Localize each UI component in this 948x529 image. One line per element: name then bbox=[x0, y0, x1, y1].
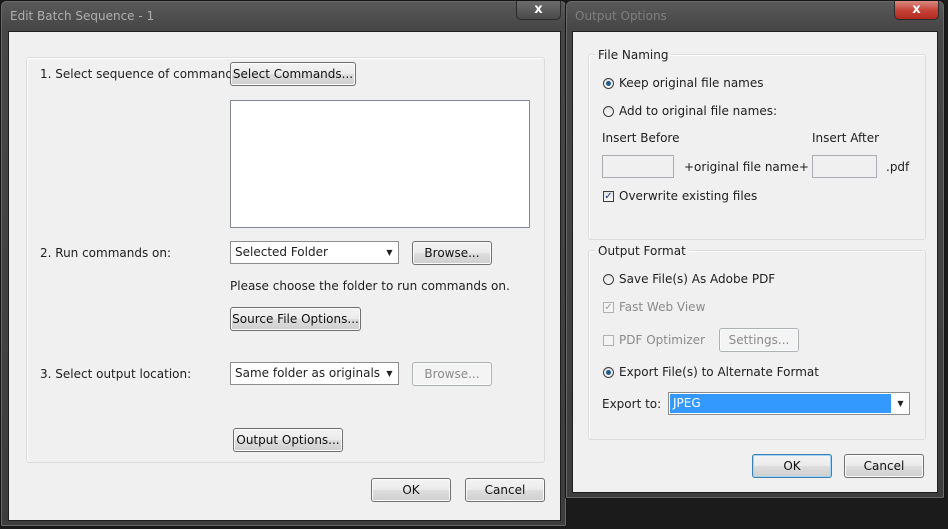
select-commands-button[interactable]: Select Commands... bbox=[230, 62, 356, 86]
export-format-value: JPEG bbox=[670, 394, 891, 413]
close-icon: x bbox=[534, 2, 543, 17]
insert-before-label: Insert Before bbox=[602, 131, 680, 145]
insert-before-input[interactable] bbox=[602, 155, 674, 178]
commands-list[interactable] bbox=[230, 100, 530, 228]
export-alternate-label[interactable]: Export File(s) to Alternate Format bbox=[619, 365, 819, 379]
output-format-heading: Output Format bbox=[595, 244, 689, 258]
overwrite-checkbox[interactable]: ✓ bbox=[603, 191, 614, 202]
step1-label: 1. Select sequence of commands: bbox=[40, 67, 244, 81]
browse-button[interactable]: Browse... bbox=[412, 241, 492, 265]
export-format-select[interactable]: JPEG ▼ bbox=[668, 392, 910, 415]
folder-hint: Please choose the folder to run commands… bbox=[230, 279, 510, 293]
insert-after-label: Insert After bbox=[812, 131, 880, 145]
insert-after-input[interactable] bbox=[812, 155, 877, 178]
keep-original-radio[interactable] bbox=[603, 78, 614, 89]
output-options-dialog: Output Options x File Naming Keep origin… bbox=[565, 0, 945, 499]
close-button[interactable]: x bbox=[516, 1, 561, 20]
fast-web-view-label[interactable]: Fast Web View bbox=[619, 300, 705, 314]
close-button[interactable]: x bbox=[894, 1, 939, 20]
pdf-optimizer-checkbox[interactable] bbox=[603, 335, 614, 346]
fast-web-view-checkbox[interactable]: ✓ bbox=[603, 302, 614, 313]
extension-text: .pdf bbox=[886, 160, 910, 174]
edit-batch-sequence-dialog: Edit Batch Sequence - 1 x 1. Select sequ… bbox=[0, 0, 567, 527]
save-as-pdf-label[interactable]: Save File(s) As Adobe PDF bbox=[619, 272, 775, 286]
add-to-original-radio[interactable] bbox=[603, 106, 614, 117]
export-to-label: Export to: bbox=[602, 397, 662, 411]
dialog-title: Edit Batch Sequence - 1 bbox=[10, 9, 155, 23]
original-name-text: +original file name+ bbox=[684, 160, 809, 174]
ok-button[interactable]: OK bbox=[371, 478, 451, 502]
chevron-down-icon: ▼ bbox=[386, 369, 393, 378]
output-location-select[interactable]: Same folder as originals ▼ bbox=[230, 362, 399, 385]
cancel-button[interactable]: Cancel bbox=[844, 454, 924, 478]
run-commands-on-select[interactable]: Selected Folder ▼ bbox=[230, 241, 399, 264]
dialog-client-area: File Naming Keep original file names Add… bbox=[572, 31, 938, 493]
add-to-original-label[interactable]: Add to original file names: bbox=[619, 104, 777, 118]
source-file-options-button[interactable]: Source File Options... bbox=[230, 307, 361, 331]
chevron-down-icon: ▼ bbox=[897, 399, 904, 408]
keep-original-label[interactable]: Keep original file names bbox=[619, 76, 764, 90]
chevron-down-icon: ▼ bbox=[386, 248, 393, 257]
file-naming-heading: File Naming bbox=[595, 48, 672, 62]
step3-label: 3. Select output location: bbox=[40, 367, 192, 381]
output-browse-button[interactable]: Browse... bbox=[412, 362, 492, 386]
dialog-title: Output Options bbox=[575, 9, 667, 23]
output-location-value: Same folder as originals bbox=[235, 366, 381, 380]
settings-button[interactable]: Settings... bbox=[719, 328, 799, 352]
save-as-pdf-radio[interactable] bbox=[603, 274, 614, 285]
output-options-button[interactable]: Output Options... bbox=[233, 428, 343, 452]
run-commands-on-value: Selected Folder bbox=[235, 245, 328, 259]
dialog-client-area: 1. Select sequence of commands: Select C… bbox=[8, 31, 561, 521]
overwrite-label[interactable]: Overwrite existing files bbox=[619, 189, 757, 203]
step2-label: 2. Run commands on: bbox=[40, 246, 172, 260]
pdf-optimizer-label[interactable]: PDF Optimizer bbox=[619, 333, 705, 347]
export-alternate-radio[interactable] bbox=[603, 367, 614, 378]
close-icon: x bbox=[912, 2, 921, 17]
cancel-button[interactable]: Cancel bbox=[465, 478, 545, 502]
ok-button[interactable]: OK bbox=[752, 454, 832, 478]
